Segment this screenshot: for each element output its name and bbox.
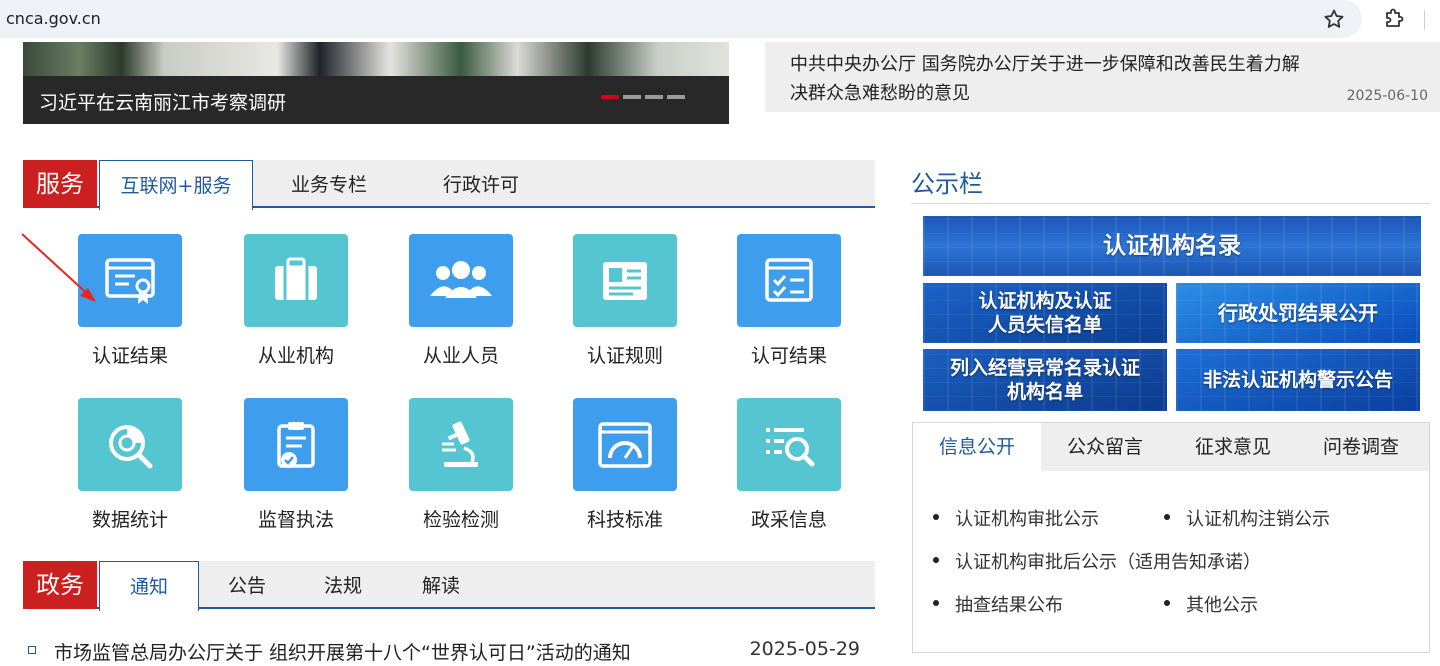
chart-search-icon	[109, 424, 153, 468]
info-link[interactable]: 抽查结果公布	[933, 591, 1063, 617]
service-tile[interactable]	[244, 398, 348, 491]
bookmark-star-icon[interactable]	[1322, 7, 1346, 31]
tab-admin-license[interactable]: 行政许可	[405, 160, 557, 210]
service-label[interactable]: 认证结果	[65, 341, 195, 368]
promo-label: 认证机构名录	[1103, 233, 1241, 259]
briefcase-icon	[275, 257, 317, 300]
info-link[interactable]: 认证机构审批公示	[933, 505, 1099, 531]
promo-label: 认证机构及认证人员失信名单	[978, 290, 1112, 336]
toolbar-divider	[1424, 10, 1425, 30]
carousel-dot-4[interactable]	[667, 95, 685, 99]
news-bullet-icon	[28, 646, 36, 654]
service-label[interactable]: 政采信息	[724, 505, 854, 532]
url-text[interactable]: cnca.gov.cn	[6, 9, 101, 28]
headline-date: 2025-06-10	[1346, 88, 1428, 104]
service-tile[interactable]	[409, 234, 513, 327]
promo-cert-org-directory[interactable]: 认证机构名录	[923, 216, 1421, 276]
tab-notices[interactable]: 通知	[99, 561, 199, 611]
promo-label: 行政处罚结果公开	[1218, 301, 1378, 325]
promo-abnormal-operation-list[interactable]: 列入经营异常名录认证机构名单	[923, 349, 1167, 411]
carousel-caption[interactable]: 习近平在云南丽江市考察调研	[39, 88, 286, 115]
notice-board-title: 公示栏	[911, 170, 983, 198]
people-icon	[430, 260, 492, 298]
carousel-dot-3[interactable]	[645, 95, 663, 99]
promo-label: 列入经营异常名录认证机构名单	[950, 357, 1141, 403]
tab-regulations[interactable]: 法规	[295, 561, 391, 611]
info-link[interactable]: 其他公示	[1164, 591, 1258, 617]
carousel-photo[interactable]	[23, 42, 729, 76]
browser-toolbar: cnca.gov.cn	[0, 0, 1440, 42]
gov-section-header: 政务 通知 公告 法规 解读	[23, 561, 875, 611]
gov-section-label: 政务	[23, 561, 97, 609]
service-cert-rules[interactable]: 认证规则	[560, 234, 690, 368]
headline-title[interactable]: 中共中央办公厅 国务院办公厅关于进一步保障和改善民生着力解决群众急难愁盼的意见	[790, 50, 1310, 108]
checklist-window-icon	[765, 257, 813, 302]
promo-dishonest-list[interactable]: 认证机构及认证人员失信名单	[923, 283, 1167, 343]
service-tile[interactable]	[573, 398, 677, 491]
carousel-dot-2[interactable]	[623, 95, 641, 99]
info-tab-strip: 信息公开 公众留言 征求意见 问卷调查	[913, 423, 1429, 471]
service-tile[interactable]	[737, 234, 841, 327]
tab-business-column[interactable]: 业务专栏	[253, 160, 405, 210]
carousel-indicators	[601, 95, 685, 99]
microscope-icon	[442, 421, 478, 467]
notice-board-divider	[911, 203, 1430, 204]
certificate-icon	[105, 257, 155, 304]
service-statistics[interactable]: 数据统计	[65, 398, 195, 532]
carousel-dot-1[interactable]	[601, 95, 619, 99]
service-tile[interactable]	[244, 234, 348, 327]
id-card-icon	[603, 261, 647, 300]
service-section-label: 服务	[23, 160, 97, 208]
service-inspection-testing[interactable]: 检验检测	[396, 398, 526, 532]
service-tile[interactable]	[409, 398, 513, 491]
service-procurement-info[interactable]: 政采信息	[724, 398, 854, 532]
tab-solicit-opinions[interactable]: 征求意见	[1169, 423, 1297, 471]
service-label[interactable]: 从业机构	[231, 341, 361, 368]
service-label[interactable]: 从业人员	[396, 341, 526, 368]
news-list-item[interactable]: 市场监管总局办公厅关于 组织开展第十八个“世界认可日”活动的通知 2025-05…	[28, 636, 860, 666]
promo-label: 非法认证机构警示公告	[1202, 369, 1393, 391]
service-label[interactable]: 数据统计	[65, 505, 195, 532]
address-bar[interactable]: cnca.gov.cn	[0, 0, 1362, 38]
promo-illegal-org-warning[interactable]: 非法认证机构警示公告	[1176, 349, 1420, 411]
annotation-arrow-icon	[21, 233, 96, 302]
service-practitioners[interactable]: 从业人员	[396, 234, 526, 368]
service-supervision[interactable]: 监督执法	[231, 398, 361, 532]
tab-internet-service[interactable]: 互联网+服务	[99, 160, 253, 210]
headline-news[interactable]: 中共中央办公厅 国务院办公厅关于进一步保障和改善民生着力解决群众急难愁盼的意见 …	[765, 42, 1440, 112]
gauge-window-icon	[598, 421, 652, 468]
promo-penalty-results[interactable]: 行政处罚结果公开	[1176, 283, 1420, 343]
tab-announcements[interactable]: 公告	[199, 561, 295, 611]
info-panel: 信息公开 公众留言 征求意见 问卷调查 认证机构审批公示 认证机构注销公示 认证…	[912, 422, 1430, 653]
tab-public-messages[interactable]: 公众留言	[1041, 423, 1169, 471]
service-tile[interactable]	[573, 234, 677, 327]
service-practice-orgs[interactable]: 从业机构	[231, 234, 361, 368]
tab-info-disclosure[interactable]: 信息公开	[913, 423, 1041, 471]
clipboard-check-icon	[277, 421, 315, 468]
tab-interpretations[interactable]: 解读	[391, 561, 491, 611]
service-label[interactable]: 检验检测	[396, 505, 526, 532]
service-label[interactable]: 监督执法	[231, 505, 361, 532]
service-label[interactable]: 科技标准	[560, 505, 690, 532]
info-link[interactable]: 认证机构注销公示	[1164, 505, 1330, 531]
service-accreditation-results[interactable]: 认可结果	[724, 234, 854, 368]
news-carousel[interactable]: 习近平在云南丽江市考察调研	[23, 42, 729, 124]
tab-questionnaire[interactable]: 问卷调查	[1297, 423, 1425, 471]
service-tech-standards[interactable]: 科技标准	[560, 398, 690, 532]
service-section-header: 服务 互联网+服务 业务专栏 行政许可	[23, 160, 875, 210]
service-tile[interactable]	[78, 398, 182, 491]
info-link[interactable]: 认证机构审批后公示（适用告知承诺）	[933, 548, 1261, 574]
service-label[interactable]: 认可结果	[724, 341, 854, 368]
list-search-icon	[766, 427, 815, 466]
extensions-puzzle-icon[interactable]	[1382, 7, 1406, 31]
service-label[interactable]: 认证规则	[560, 341, 690, 368]
service-tile[interactable]	[737, 398, 841, 491]
news-date: 2025-05-29	[749, 638, 860, 660]
